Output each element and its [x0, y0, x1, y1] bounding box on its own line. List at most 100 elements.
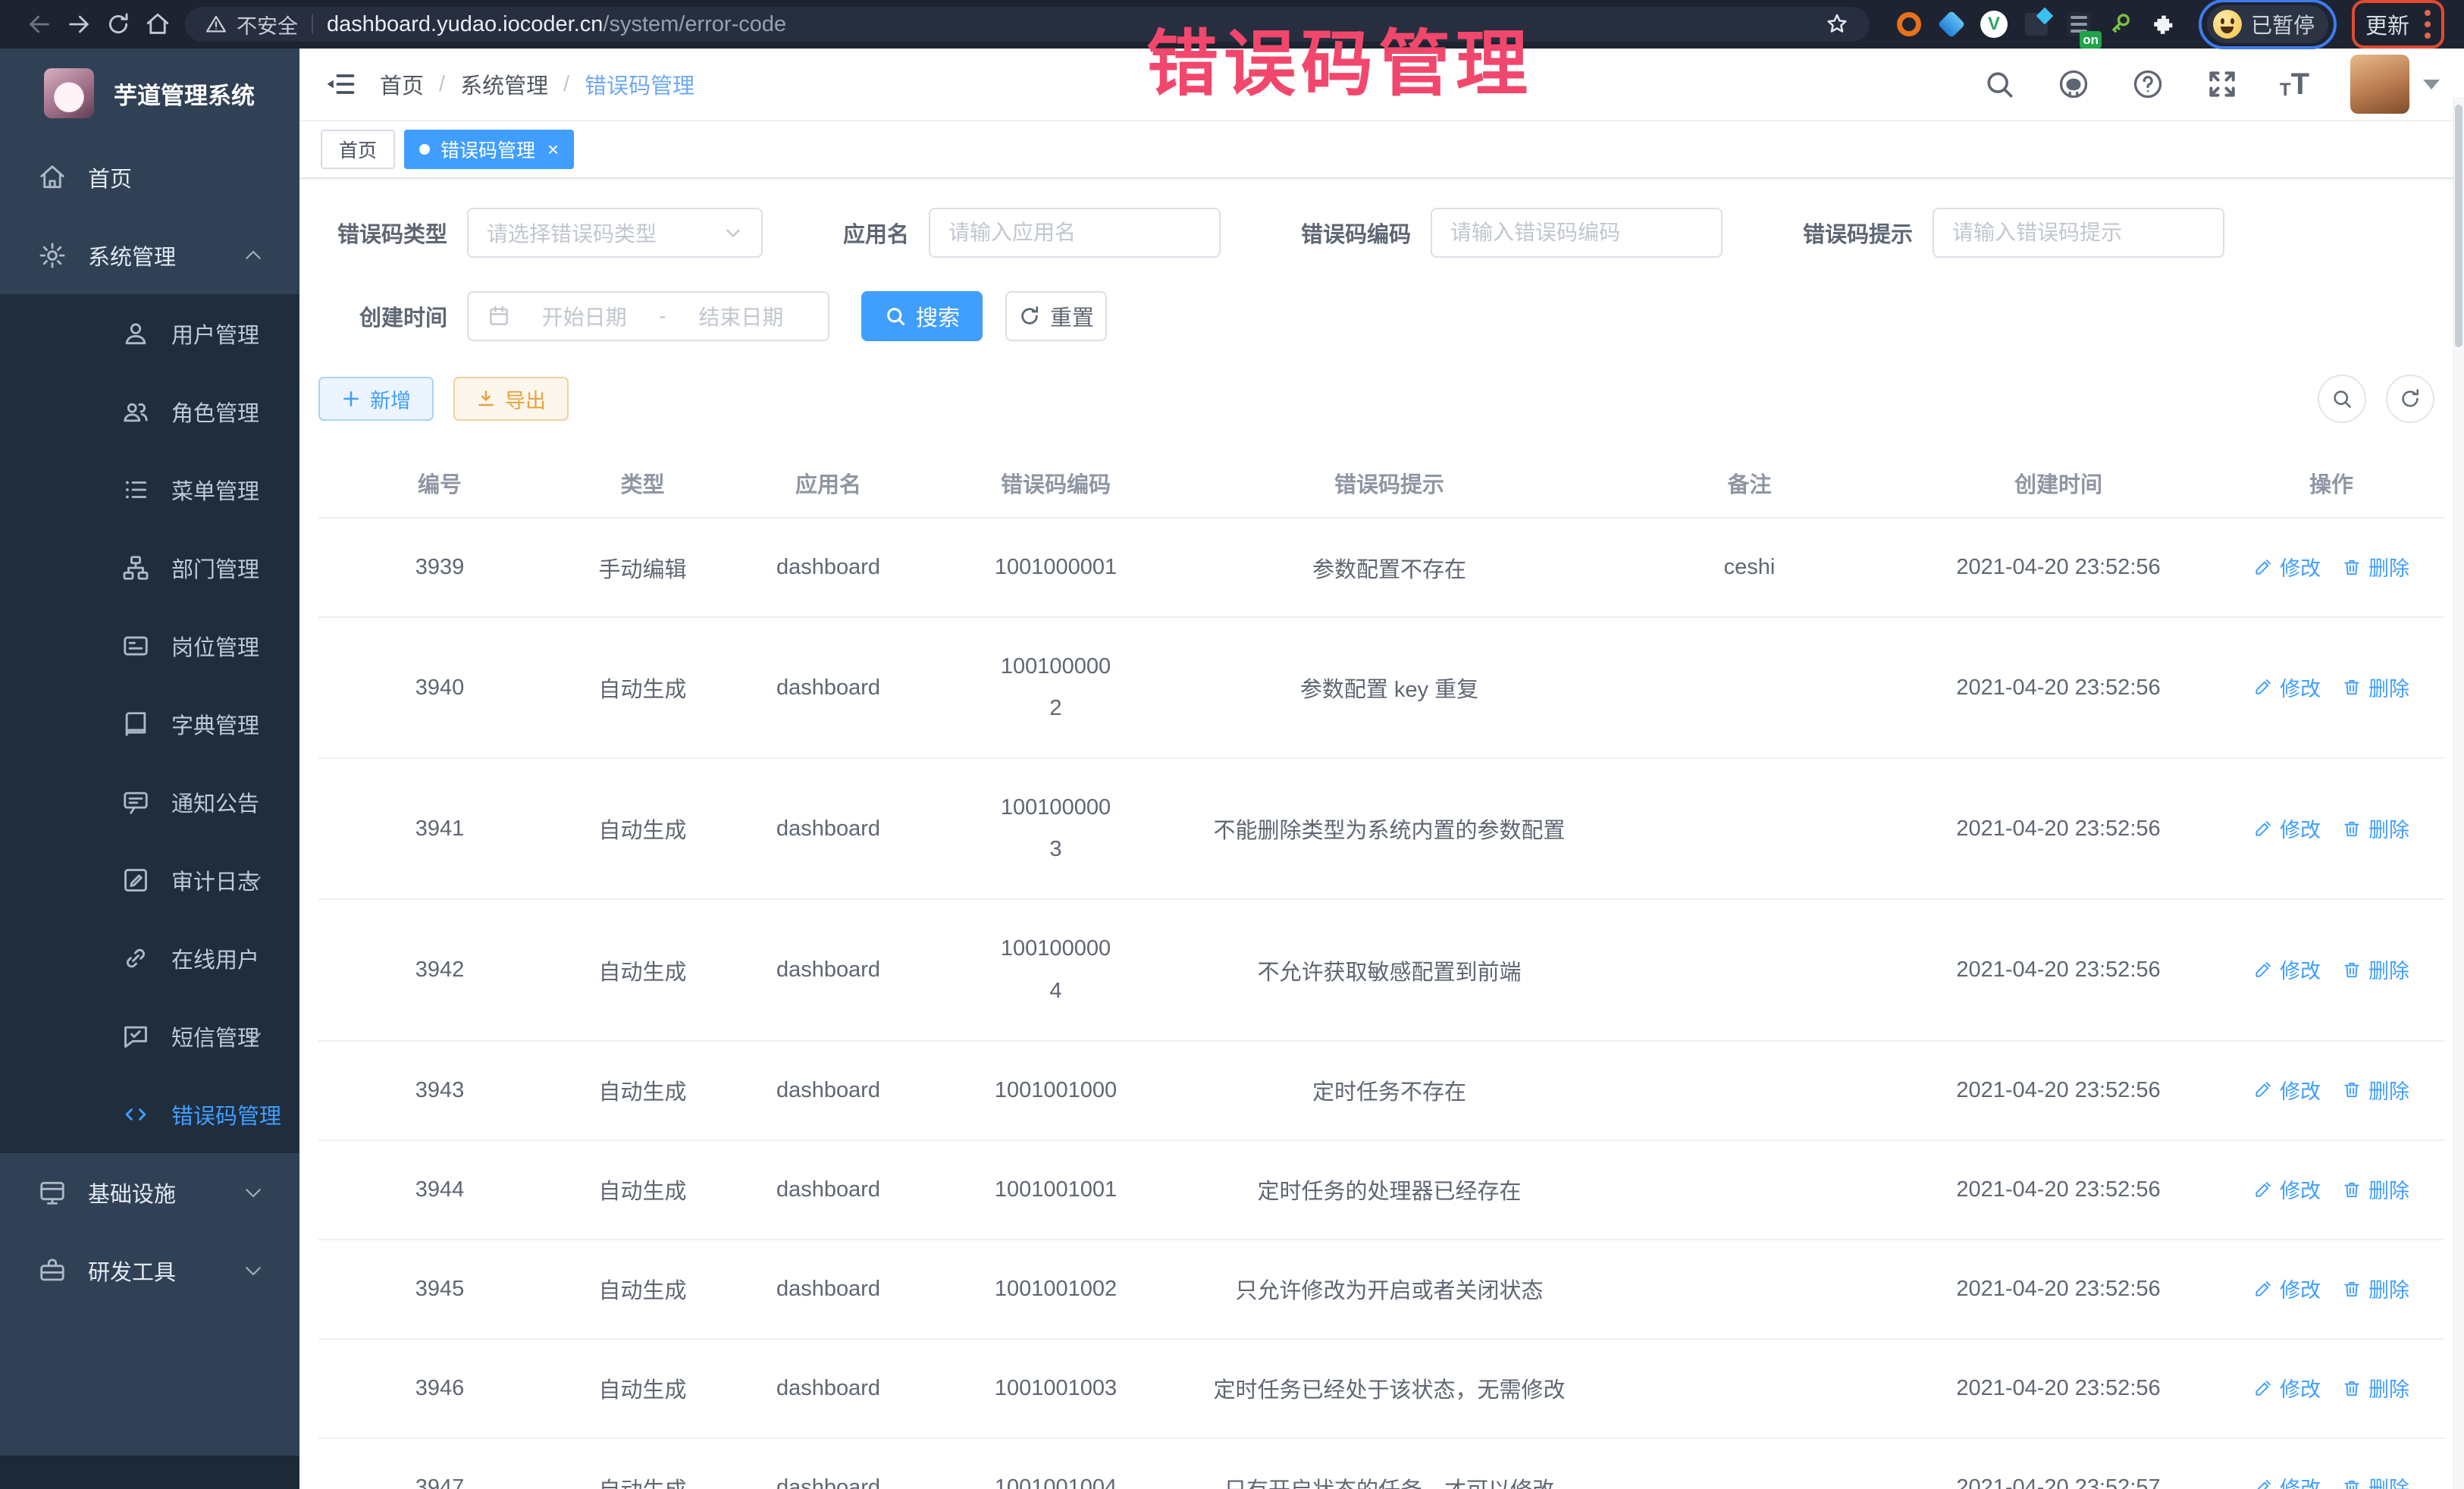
extension-icon[interactable]: V	[1977, 8, 2011, 41]
cell-code: 100100000 2	[933, 617, 1179, 758]
delete-link[interactable]: 删除	[2342, 955, 2409, 984]
cell-time: 2021-04-20 23:52:57	[1899, 1438, 2218, 1489]
edit-link[interactable]: 修改	[2253, 813, 2321, 843]
delete-link[interactable]: 删除	[2342, 672, 2409, 702]
table-row: 3947自动生成dashboard1001001004只有开启状态的任务，才可以…	[318, 1438, 2445, 1489]
delete-link[interactable]: 删除	[2342, 552, 2409, 581]
tab-home[interactable]: 首页	[321, 130, 395, 169]
export-button[interactable]: 导出	[453, 377, 569, 421]
divider	[312, 14, 313, 34]
edit-link[interactable]: 修改	[2253, 955, 2321, 984]
error-code-input[interactable]	[1431, 208, 1723, 258]
table-toolbar: 新增 导出	[318, 375, 2445, 423]
browser-address-bar[interactable]: 不安全 dashboard.yudao.iocoder.cn /system/e…	[185, 7, 1870, 42]
toggle-search-button[interactable]	[2318, 375, 2366, 423]
edit-link[interactable]: 修改	[2253, 672, 2321, 702]
cell-actions: 修改删除	[2218, 1140, 2445, 1240]
sidebar-item[interactable]: 角色管理	[0, 372, 299, 450]
error-type-select[interactable]: 请选择错误码类型	[467, 208, 763, 258]
puzzle-extensions-icon[interactable]	[2147, 8, 2180, 41]
help-icon[interactable]	[2131, 67, 2165, 101]
extension-icon[interactable]: on	[2062, 8, 2096, 41]
cell-id: 3946	[318, 1339, 561, 1438]
cell-msg: 不能删除类型为系统内置的参数配置	[1179, 758, 1600, 899]
extension-icon[interactable]	[1892, 8, 1926, 41]
fullscreen-icon[interactable]	[2205, 67, 2239, 101]
edit-link[interactable]: 修改	[2253, 1373, 2321, 1403]
browser-reload-button[interactable]	[99, 5, 138, 44]
sidebar-logo-row[interactable]: 芋道管理系统	[0, 49, 299, 138]
page-scrollbar[interactable]	[2453, 97, 2464, 1489]
create-time-range-picker[interactable]: 开始日期 - 结束日期	[467, 291, 829, 341]
edit-link[interactable]: 修改	[2253, 1075, 2321, 1105]
collapse-sidebar-button[interactable]	[324, 67, 357, 101]
delete-link[interactable]: 删除	[2342, 813, 2409, 843]
browser-forward-button[interactable]	[59, 5, 99, 44]
cell-id: 3947	[318, 1438, 561, 1489]
delete-link[interactable]: 删除	[2342, 1472, 2409, 1489]
edit-link[interactable]: 修改	[2253, 1274, 2321, 1303]
font-size-icon[interactable]: TT	[2280, 69, 2309, 99]
delete-link[interactable]: 删除	[2342, 1075, 2409, 1105]
browser-profile-button[interactable]: 已暂停	[2207, 5, 2328, 43]
delete-link[interactable]: 删除	[2342, 1274, 2409, 1303]
sidebar-item[interactable]: 岗位管理	[0, 607, 299, 685]
browser-back-button[interactable]	[20, 5, 59, 44]
sidebar-item[interactable]: 用户管理	[0, 294, 299, 372]
sidebar-item[interactable]: 字典管理	[0, 685, 299, 763]
refresh-table-button[interactable]	[2386, 375, 2434, 423]
error-msg-input[interactable]	[1933, 208, 2224, 258]
sidebar-item[interactable]: 审计日志	[0, 841, 299, 919]
bookmark-star-icon[interactable]	[1824, 11, 1850, 37]
breadcrumb-item[interactable]: 首页	[380, 68, 424, 100]
avatar	[2350, 55, 2409, 114]
delete-icon	[2342, 819, 2362, 839]
edit-link[interactable]: 修改	[2253, 552, 2321, 581]
sidebar-item[interactable]: 短信管理	[0, 997, 299, 1075]
sidebar-item[interactable]: 系统管理	[0, 216, 299, 294]
sidebar-item[interactable]: 首页	[0, 138, 299, 216]
sidebar-item[interactable]: 部门管理	[0, 528, 299, 607]
column-header: 类型	[561, 449, 724, 518]
cell-type: 自动生成	[561, 1240, 724, 1339]
search-button[interactable]: 搜索	[861, 291, 983, 341]
sidebar-item[interactable]: 错误码管理	[0, 1075, 299, 1153]
close-icon[interactable]: ×	[547, 139, 559, 159]
app-name-input[interactable]	[929, 208, 1221, 258]
breadcrumb-item[interactable]: 系统管理	[460, 68, 548, 100]
sidebar-item[interactable]: 在线用户	[0, 919, 299, 997]
extension-icon[interactable]	[2105, 8, 2138, 41]
reset-button[interactable]: 重置	[1005, 291, 1107, 341]
users-icon	[121, 397, 150, 426]
extension-icon[interactable]	[2020, 8, 2053, 41]
tab-error-code[interactable]: 错误码管理×	[404, 130, 574, 169]
user-avatar-menu[interactable]	[2350, 55, 2440, 114]
browser-update-button[interactable]: 更新	[2365, 8, 2409, 40]
search-icon[interactable]	[1983, 67, 2016, 101]
add-button[interactable]: 新增	[318, 377, 434, 421]
edit-link[interactable]: 修改	[2253, 1472, 2321, 1489]
delete-link[interactable]: 删除	[2342, 1373, 2409, 1403]
sidebar-item[interactable]: 菜单管理	[0, 450, 299, 528]
cell-id: 3940	[318, 617, 561, 758]
sidebar-item[interactable]: 通知公告	[0, 763, 299, 841]
sidebar-item[interactable]: 基础设施	[0, 1153, 299, 1231]
cell-remark	[1600, 899, 1899, 1040]
table-row: 3945自动生成dashboard1001001002只允许修改为开启或者关闭状…	[318, 1240, 2445, 1339]
scrollbar-thumb[interactable]	[2455, 105, 2462, 347]
edit-link[interactable]: 修改	[2253, 1174, 2321, 1204]
table-row: 3939手动编辑dashboard1001000001参数配置不存在ceshi2…	[318, 518, 2445, 617]
back-arrow-icon	[27, 11, 52, 37]
cell-msg: 不允许获取敏感配置到前端	[1179, 899, 1600, 1040]
sidebar-collapse-bar[interactable]	[0, 1456, 299, 1489]
delete-link[interactable]: 删除	[2342, 1174, 2409, 1204]
sidebar-item[interactable]: 研发工具	[0, 1231, 299, 1309]
cell-id: 3939	[318, 518, 561, 617]
github-icon[interactable]	[2057, 67, 2090, 101]
extension-icon[interactable]	[1935, 8, 1968, 41]
delete-icon	[2342, 1279, 2362, 1299]
browser-menu-kebab-icon[interactable]	[2425, 10, 2431, 39]
browser-home-button[interactable]	[138, 5, 177, 44]
page-content: 错误码类型 请选择错误码类型 应用名 错误码编码 错误码提示	[299, 179, 2464, 1489]
cell-type: 自动生成	[561, 617, 724, 758]
